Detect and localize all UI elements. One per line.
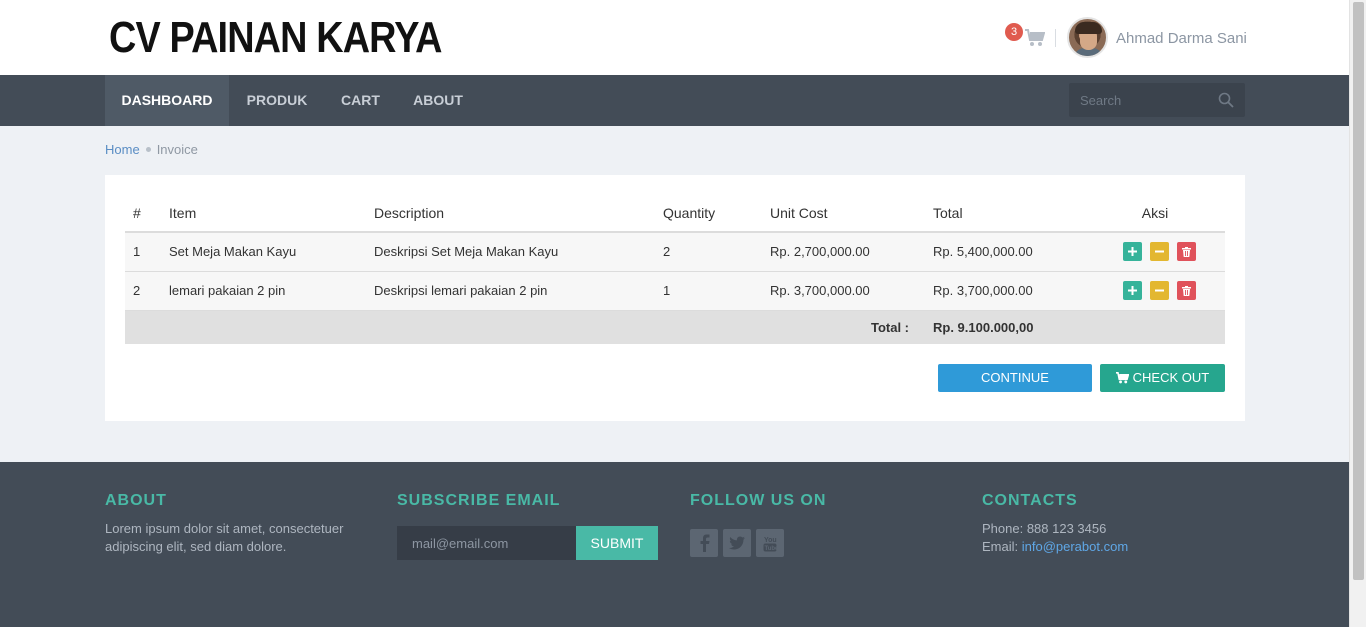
footer-contacts-title: CONTACTS <box>982 492 1078 509</box>
search-input[interactable] <box>1069 83 1209 117</box>
cart-icon[interactable] <box>1025 29 1045 47</box>
increase-quantity-button[interactable] <box>1122 242 1142 262</box>
continue-shopping-button[interactable]: CONTINUE SHOPPING <box>938 364 1092 413</box>
column-header-unit-cost: Unit Cost <box>762 194 925 233</box>
column-header-number: # <box>125 194 161 233</box>
checkout-button[interactable]: CHECK OUT <box>1100 364 1225 413</box>
nav-item-about[interactable]: ABOUT <box>396 75 480 126</box>
increase-quantity-button[interactable] <box>1122 281 1142 300</box>
cart-count-badge: 3 <box>1005 23 1023 41</box>
minus-icon <box>1154 289 1164 292</box>
column-header-description: Description <box>366 194 655 233</box>
total-value: Rp. 9.100.000,00 <box>925 310 1085 344</box>
site-logo[interactable]: CV PAINAN KARYA <box>109 13 442 63</box>
delete-item-button[interactable] <box>1176 281 1196 300</box>
cell-actions <box>1085 271 1225 311</box>
cell-description: Deskripsi Set Meja Makan Kayu <box>366 232 655 272</box>
cell-item: lemari pakaian 2 pin <box>161 271 366 311</box>
table-row: 1 Set Meja Makan Kayu Deskripsi Set Meja… <box>125 232 1225 272</box>
scrollbar-thumb[interactable] <box>1353 2 1364 580</box>
facebook-icon[interactable] <box>690 529 718 557</box>
footer-email-line: Email: info@perabot.com <box>982 538 1128 556</box>
footer-about-title: ABOUT <box>105 492 167 509</box>
cell-total: Rp. 3,700,000.00 <box>925 271 1085 311</box>
decrease-quantity-button[interactable] <box>1149 242 1169 262</box>
user-name[interactable]: Ahmad Darma Sani <box>1116 30 1247 47</box>
cart-icon <box>1116 372 1130 384</box>
svg-text:Tube: Tube <box>765 546 778 552</box>
total-label: Total : <box>125 310 925 344</box>
subscribe-email-input[interactable] <box>397 526 577 560</box>
site-header: CV PAINAN KARYA 3 Ahmad Darma Sani <box>0 0 1349 75</box>
footer-phone: Phone: 888 123 3456 <box>982 521 1107 536</box>
footer-follow-title: FOLLOW US ON <box>690 492 827 509</box>
cell-description: Deskripsi lemari pakaian 2 pin <box>366 271 655 311</box>
cell-number: 2 <box>125 271 161 311</box>
trash-icon <box>1181 246 1191 257</box>
cell-unit-cost: Rp. 2,700,000.00 <box>762 232 925 272</box>
main-nav: DASHBOARD PRODUK CART ABOUT <box>0 75 1349 126</box>
vertical-scrollbar[interactable] <box>1349 0 1366 627</box>
column-header-total: Total <box>925 194 1085 233</box>
footer-email-label: Email: <box>982 539 1022 554</box>
cell-total: Rp. 5,400,000.00 <box>925 232 1085 272</box>
subscribe-submit-button[interactable]: SUBMIT <box>576 526 658 560</box>
nav-item-cart[interactable]: CART <box>325 75 396 126</box>
search-icon[interactable] <box>1218 92 1234 108</box>
breadcrumb-home[interactable]: Home <box>105 142 140 157</box>
cell-actions <box>1085 232 1225 272</box>
youtube-icon[interactable]: You Tube <box>756 529 784 557</box>
avatar[interactable] <box>1067 17 1108 58</box>
twitter-icon[interactable] <box>723 529 751 557</box>
page: CV PAINAN KARYA 3 Ahmad Darma Sani DASHB… <box>0 0 1349 627</box>
header-divider <box>1055 29 1056 47</box>
plus-icon <box>1127 286 1137 295</box>
invoice-card: # Item Description Quantity Unit Cost To… <box>105 175 1245 421</box>
search-box <box>1069 83 1245 117</box>
cell-quantity: 1 <box>655 271 762 311</box>
cell-quantity: 2 <box>655 232 762 272</box>
breadcrumb: Home Invoice <box>105 142 198 157</box>
footer-about-text: Lorem ipsum dolor sit amet, consectetuer… <box>105 521 344 554</box>
cell-number: 1 <box>125 232 161 272</box>
footer-email-link[interactable]: info@perabot.com <box>1022 539 1128 554</box>
column-header-item: Item <box>161 194 366 233</box>
table-header-row: # Item Description Quantity Unit Cost To… <box>125 194 1225 233</box>
total-row: Total : Rp. 9.100.000,00 <box>125 310 1225 344</box>
cell-item: Set Meja Makan Kayu <box>161 232 366 272</box>
cell-unit-cost: Rp. 3,700,000.00 <box>762 271 925 311</box>
plus-icon <box>1127 247 1137 257</box>
footer-subscribe-title: SUBSCRIBE EMAIL <box>397 492 561 509</box>
column-header-quantity: Quantity <box>655 194 762 233</box>
trash-icon <box>1181 285 1191 296</box>
svg-text:You: You <box>764 537 777 544</box>
header-cart[interactable]: 3 <box>1004 22 1046 54</box>
column-header-aksi: Aksi <box>1085 194 1225 233</box>
site-footer: ABOUT Lorem ipsum dolor sit amet, consec… <box>0 462 1349 627</box>
nav-item-dashboard[interactable]: DASHBOARD <box>105 75 229 126</box>
breadcrumb-current: Invoice <box>156 142 198 157</box>
table-row: 2 lemari pakaian 2 pin Deskripsi lemari … <box>125 271 1225 311</box>
checkout-label: CHECK OUT <box>1132 370 1209 385</box>
check-icon <box>1156 402 1169 413</box>
nav-item-produk[interactable]: PRODUK <box>229 75 325 126</box>
delete-item-button[interactable] <box>1176 242 1196 262</box>
breadcrumb-separator <box>145 147 151 153</box>
invoice-table: # Item Description Quantity Unit Cost To… <box>125 194 1225 344</box>
minus-icon <box>1154 250 1164 253</box>
decrease-quantity-button[interactable] <box>1149 281 1169 300</box>
